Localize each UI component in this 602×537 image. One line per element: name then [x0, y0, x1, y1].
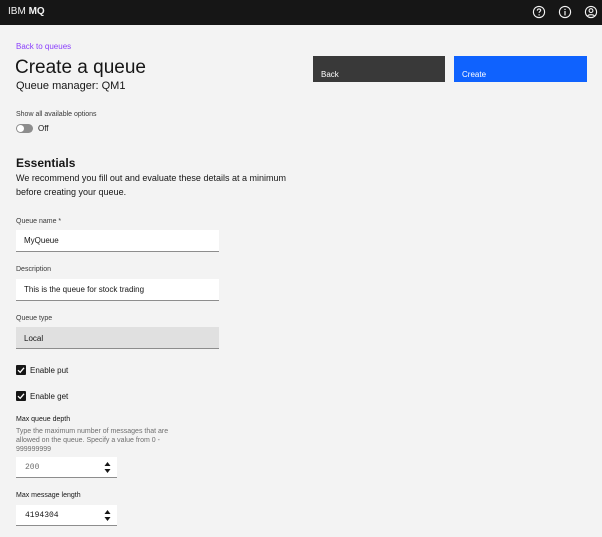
decrement-icon[interactable]: [104, 468, 111, 474]
checkmark-icon: [17, 367, 25, 374]
info-icon[interactable]: [558, 5, 572, 19]
toggle-state-text: Off: [38, 124, 49, 133]
max-queue-depth-label: Max queue depth: [16, 416, 71, 423]
back-to-queues-link[interactable]: Back to queues: [16, 42, 71, 51]
enable-put-label: Enable put: [30, 366, 69, 375]
max-queue-depth-input[interactable]: 200: [16, 457, 117, 478]
description-label: Description: [16, 266, 52, 273]
queue-name-input[interactable]: [16, 230, 219, 252]
max-message-length-label: Max message length: [16, 492, 81, 499]
show-options-label: Show all available options: [16, 111, 97, 118]
queue-type-select[interactable]: Local: [16, 327, 219, 349]
essentials-description: We recommend you fill out and evaluate t…: [16, 173, 286, 197]
help-icon[interactable]: [532, 5, 546, 19]
max-message-length-value: 4194304: [25, 511, 59, 520]
user-icon[interactable]: [584, 5, 598, 19]
product-name[interactable]: IBM MQ: [8, 6, 45, 17]
decrement-icon[interactable]: [104, 516, 111, 522]
max-queue-depth-value: 200: [25, 463, 40, 472]
create-button[interactable]: Create: [454, 56, 587, 82]
queue-type-label: Queue type: [16, 315, 53, 322]
show-options-toggle[interactable]: [16, 124, 33, 133]
max-queue-depth-helper: Type the maximum number of messages that…: [16, 428, 169, 453]
enable-get-checkbox[interactable]: [16, 391, 26, 401]
queue-name-label: Queue name *: [16, 218, 62, 225]
essentials-heading: Essentials: [16, 156, 76, 170]
max-message-length-input[interactable]: 4194304: [16, 505, 117, 526]
toggle-knob: [17, 125, 24, 132]
page-title: Create a queue: [15, 57, 146, 78]
brand-prefix: IBM: [8, 6, 29, 17]
checkmark-icon: [17, 393, 25, 400]
brand-name: MQ: [28, 6, 45, 17]
enable-put-checkbox[interactable]: [16, 365, 26, 375]
back-button[interactable]: Back: [313, 56, 445, 82]
max-message-length-stepper[interactable]: [104, 509, 111, 522]
top-header: IBM MQ: [0, 0, 602, 25]
enable-get-label: Enable get: [30, 392, 69, 401]
increment-icon[interactable]: [104, 509, 111, 515]
max-queue-depth-stepper[interactable]: [104, 461, 111, 474]
queue-manager-subtitle: Queue manager: QM1: [16, 80, 126, 92]
increment-icon[interactable]: [104, 461, 111, 467]
description-input[interactable]: [16, 279, 219, 301]
